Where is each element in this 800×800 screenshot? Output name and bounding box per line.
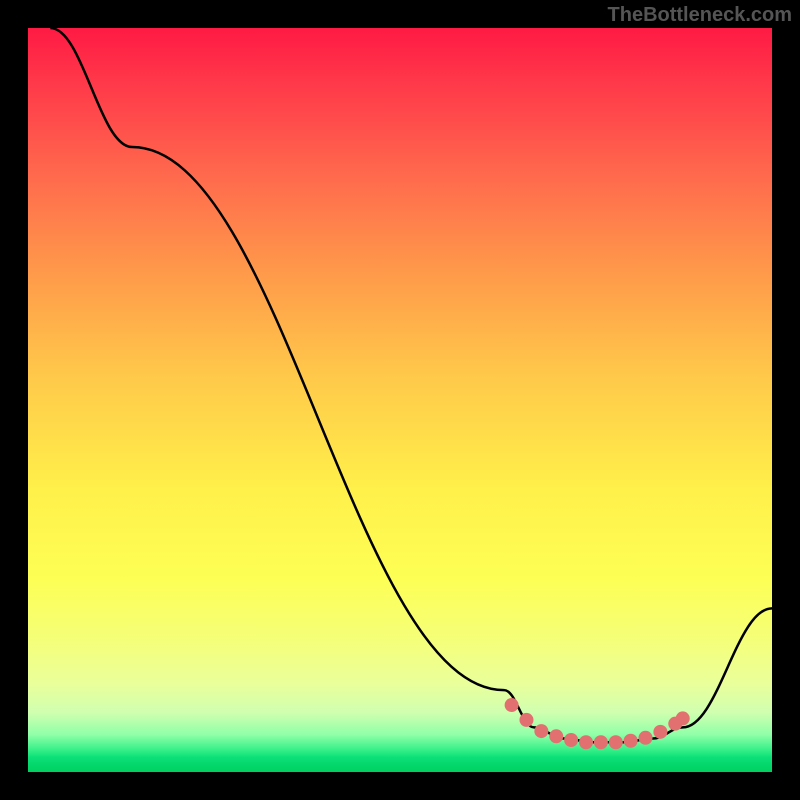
highlight-dot <box>653 725 667 739</box>
highlight-dot <box>594 735 608 749</box>
watermark-text: TheBottleneck.com <box>608 4 792 27</box>
highlight-dot <box>519 713 533 727</box>
highlight-dots-group <box>505 698 690 749</box>
highlight-dot <box>505 698 519 712</box>
bottleneck-curve-line <box>50 28 772 742</box>
highlight-dot <box>549 729 563 743</box>
highlight-dot <box>639 731 653 745</box>
highlight-dot <box>579 735 593 749</box>
highlight-dot <box>624 734 638 748</box>
highlight-dot <box>534 724 548 738</box>
highlight-dot <box>564 733 578 747</box>
highlight-dot <box>609 735 623 749</box>
chart-svg <box>28 28 772 772</box>
highlight-dot <box>676 711 690 725</box>
